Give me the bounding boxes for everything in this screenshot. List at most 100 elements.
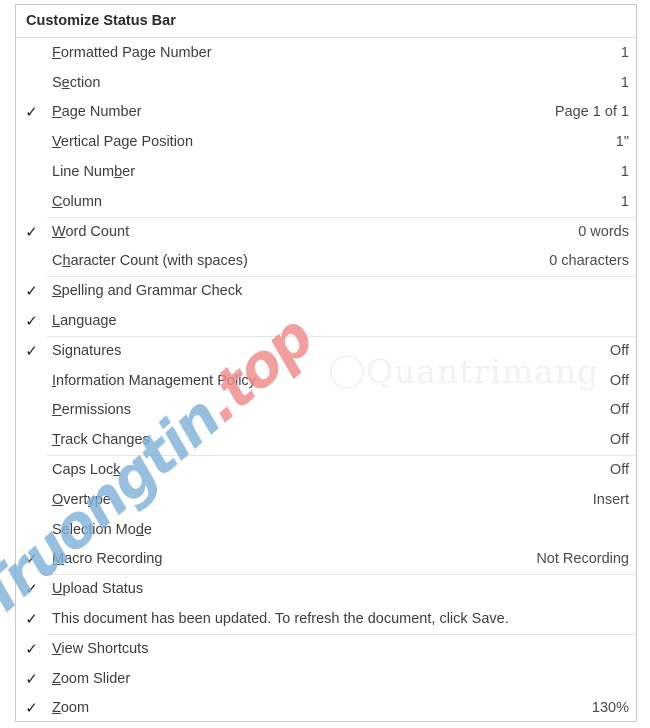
checkmark-placeholder bbox=[16, 440, 47, 441]
option-label: Spelling and Grammar Check bbox=[47, 283, 629, 299]
option-label-post: nformation Management Policy bbox=[56, 372, 256, 389]
option-label-accelerator: C bbox=[52, 193, 63, 210]
status-bar-option-row[interactable]: ✓ This document has been updated. To refr… bbox=[16, 604, 636, 634]
option-value: Off bbox=[609, 432, 629, 449]
status-bar-option-list: Formatted Page Number 1 Section 1 ✓ Page Numb… bbox=[16, 38, 636, 723]
status-bar-option-row[interactable]: ✓ Spelling and Grammar Check bbox=[16, 276, 636, 306]
check-icon: ✓ bbox=[25, 580, 38, 599]
option-label-accelerator: W bbox=[52, 223, 66, 240]
option-value: Page 1 of 1 bbox=[554, 104, 629, 121]
option-value: Off bbox=[609, 372, 629, 389]
option-label-accelerator: V bbox=[52, 134, 61, 151]
option-label: Word Count bbox=[47, 224, 578, 240]
customize-status-bar-panel: Customize Status Bar Formatted Page Numb… bbox=[15, 4, 637, 722]
option-label: Caps Lock bbox=[47, 462, 610, 478]
option-label-accelerator: h bbox=[62, 253, 71, 270]
option-label: Line Number bbox=[47, 164, 621, 180]
checkmark-placeholder bbox=[16, 201, 47, 202]
status-bar-option-row[interactable]: Vertical Page Position 1" bbox=[16, 127, 636, 157]
checkmark-icon: ✓ bbox=[16, 581, 47, 597]
status-bar-option-row[interactable]: Column 1 bbox=[16, 187, 636, 217]
option-label-post: olumn bbox=[62, 193, 102, 210]
checkmark-icon: ✓ bbox=[16, 671, 47, 687]
option-label: View Shortcuts bbox=[47, 641, 629, 657]
option-label-post: ermissions bbox=[61, 402, 131, 419]
option-value: 0 words bbox=[578, 223, 629, 240]
option-label-accelerator: L bbox=[52, 313, 61, 330]
status-bar-option-row[interactable]: ✓ Macro Recording Not Recording bbox=[16, 545, 636, 575]
checkmark-icon: ✓ bbox=[16, 611, 47, 627]
checkmark-placeholder bbox=[16, 410, 47, 411]
option-label: This document has been updated. To refre… bbox=[47, 611, 629, 627]
option-label-accelerator: F bbox=[52, 44, 61, 61]
check-icon: ✓ bbox=[25, 550, 38, 569]
check-icon: ✓ bbox=[25, 699, 38, 718]
option-label: Information Management Policy bbox=[47, 373, 610, 389]
status-bar-option-row[interactable]: Section 1 bbox=[16, 68, 636, 98]
option-value: 1 bbox=[620, 74, 629, 91]
option-label-post: er bbox=[122, 164, 136, 181]
option-value: Off bbox=[609, 402, 629, 419]
status-bar-option-row[interactable]: Selection Mode bbox=[16, 515, 636, 545]
status-bar-option-row[interactable]: Line Number 1 bbox=[16, 157, 636, 187]
option-label: Overtype bbox=[47, 492, 593, 508]
status-bar-option-row[interactable]: ✓ Zoom 130% bbox=[16, 694, 636, 724]
checkmark-placeholder bbox=[16, 142, 47, 143]
option-label-accelerator: Z bbox=[52, 670, 61, 687]
option-label: Track Changes bbox=[47, 432, 610, 448]
option-label: Character Count (with spaces) bbox=[47, 253, 549, 269]
checkmark-icon: ✓ bbox=[16, 313, 47, 329]
option-label-post: aracter Count (with spaces) bbox=[70, 253, 248, 270]
status-bar-option-row[interactable]: ✓ Upload Status bbox=[16, 574, 636, 604]
option-label-post: vertype bbox=[63, 491, 111, 508]
checkmark-icon: ✓ bbox=[16, 283, 47, 299]
status-bar-option-row[interactable]: Character Count (with spaces) 0 character… bbox=[16, 247, 636, 277]
status-bar-option-row[interactable]: ✓ Signatures Off bbox=[16, 335, 636, 366]
option-label: Column bbox=[47, 194, 621, 210]
option-label-post: pelling and Grammar Check bbox=[61, 283, 243, 300]
option-label-pre: Caps Loc bbox=[52, 462, 114, 479]
status-bar-option-row[interactable]: ✓ Language bbox=[16, 306, 636, 336]
option-label: Language bbox=[47, 313, 629, 329]
option-label-post: iew Shortcuts bbox=[61, 640, 149, 657]
status-bar-option-row[interactable]: Information Management Policy Off bbox=[16, 366, 636, 396]
check-icon: ✓ bbox=[25, 669, 38, 688]
option-label-pre: Si bbox=[52, 342, 65, 359]
option-value: 0 characters bbox=[549, 253, 629, 270]
option-label-pre: Line Num bbox=[52, 164, 115, 181]
status-bar-option-row[interactable]: Caps Lock Off bbox=[16, 455, 636, 485]
status-bar-option-row[interactable]: ✓ Page Number Page 1 of 1 bbox=[16, 98, 636, 128]
status-bar-option-row[interactable]: Permissions Off bbox=[16, 396, 636, 426]
option-value: Off bbox=[609, 342, 629, 359]
option-label: Macro Recording bbox=[47, 551, 536, 567]
option-value: 1 bbox=[620, 193, 629, 210]
option-label-post: pload Status bbox=[62, 581, 144, 598]
status-bar-option-row[interactable]: ✓ Word Count 0 words bbox=[16, 216, 636, 247]
option-label-post: ord Count bbox=[65, 223, 130, 240]
option-label-accelerator: S bbox=[52, 283, 62, 300]
check-icon: ✓ bbox=[25, 282, 38, 301]
check-icon: ✓ bbox=[25, 639, 38, 658]
option-label-post: age Number bbox=[61, 104, 142, 121]
option-label: Section bbox=[47, 75, 621, 91]
checkmark-placeholder bbox=[16, 82, 47, 83]
option-label: Zoom Slider bbox=[47, 671, 629, 687]
option-label-post: natures bbox=[72, 342, 122, 359]
status-bar-option-row[interactable]: Formatted Page Number 1 bbox=[16, 38, 636, 68]
checkmark-placeholder bbox=[16, 380, 47, 381]
check-icon: ✓ bbox=[25, 610, 38, 629]
checkmark-icon: ✓ bbox=[16, 641, 47, 657]
checkmark-placeholder bbox=[16, 529, 47, 530]
checkmark-placeholder bbox=[16, 172, 47, 173]
check-icon: ✓ bbox=[25, 312, 38, 331]
status-bar-option-row[interactable]: Overtype Insert bbox=[16, 485, 636, 515]
option-value: 130% bbox=[591, 700, 629, 717]
option-label-post: oom Slider bbox=[60, 670, 131, 687]
status-bar-option-row[interactable]: ✓ Zoom Slider bbox=[16, 664, 636, 694]
option-label-accelerator: Z bbox=[52, 700, 61, 717]
option-label-accelerator: P bbox=[52, 402, 62, 419]
screenshot-root: Quantrimang Customize Status Bar Formatt… bbox=[0, 0, 650, 728]
status-bar-option-row[interactable]: ✓ View Shortcuts bbox=[16, 633, 636, 664]
status-bar-option-row[interactable]: Track Changes Off bbox=[16, 425, 636, 455]
option-label-accelerator: k bbox=[113, 462, 121, 479]
